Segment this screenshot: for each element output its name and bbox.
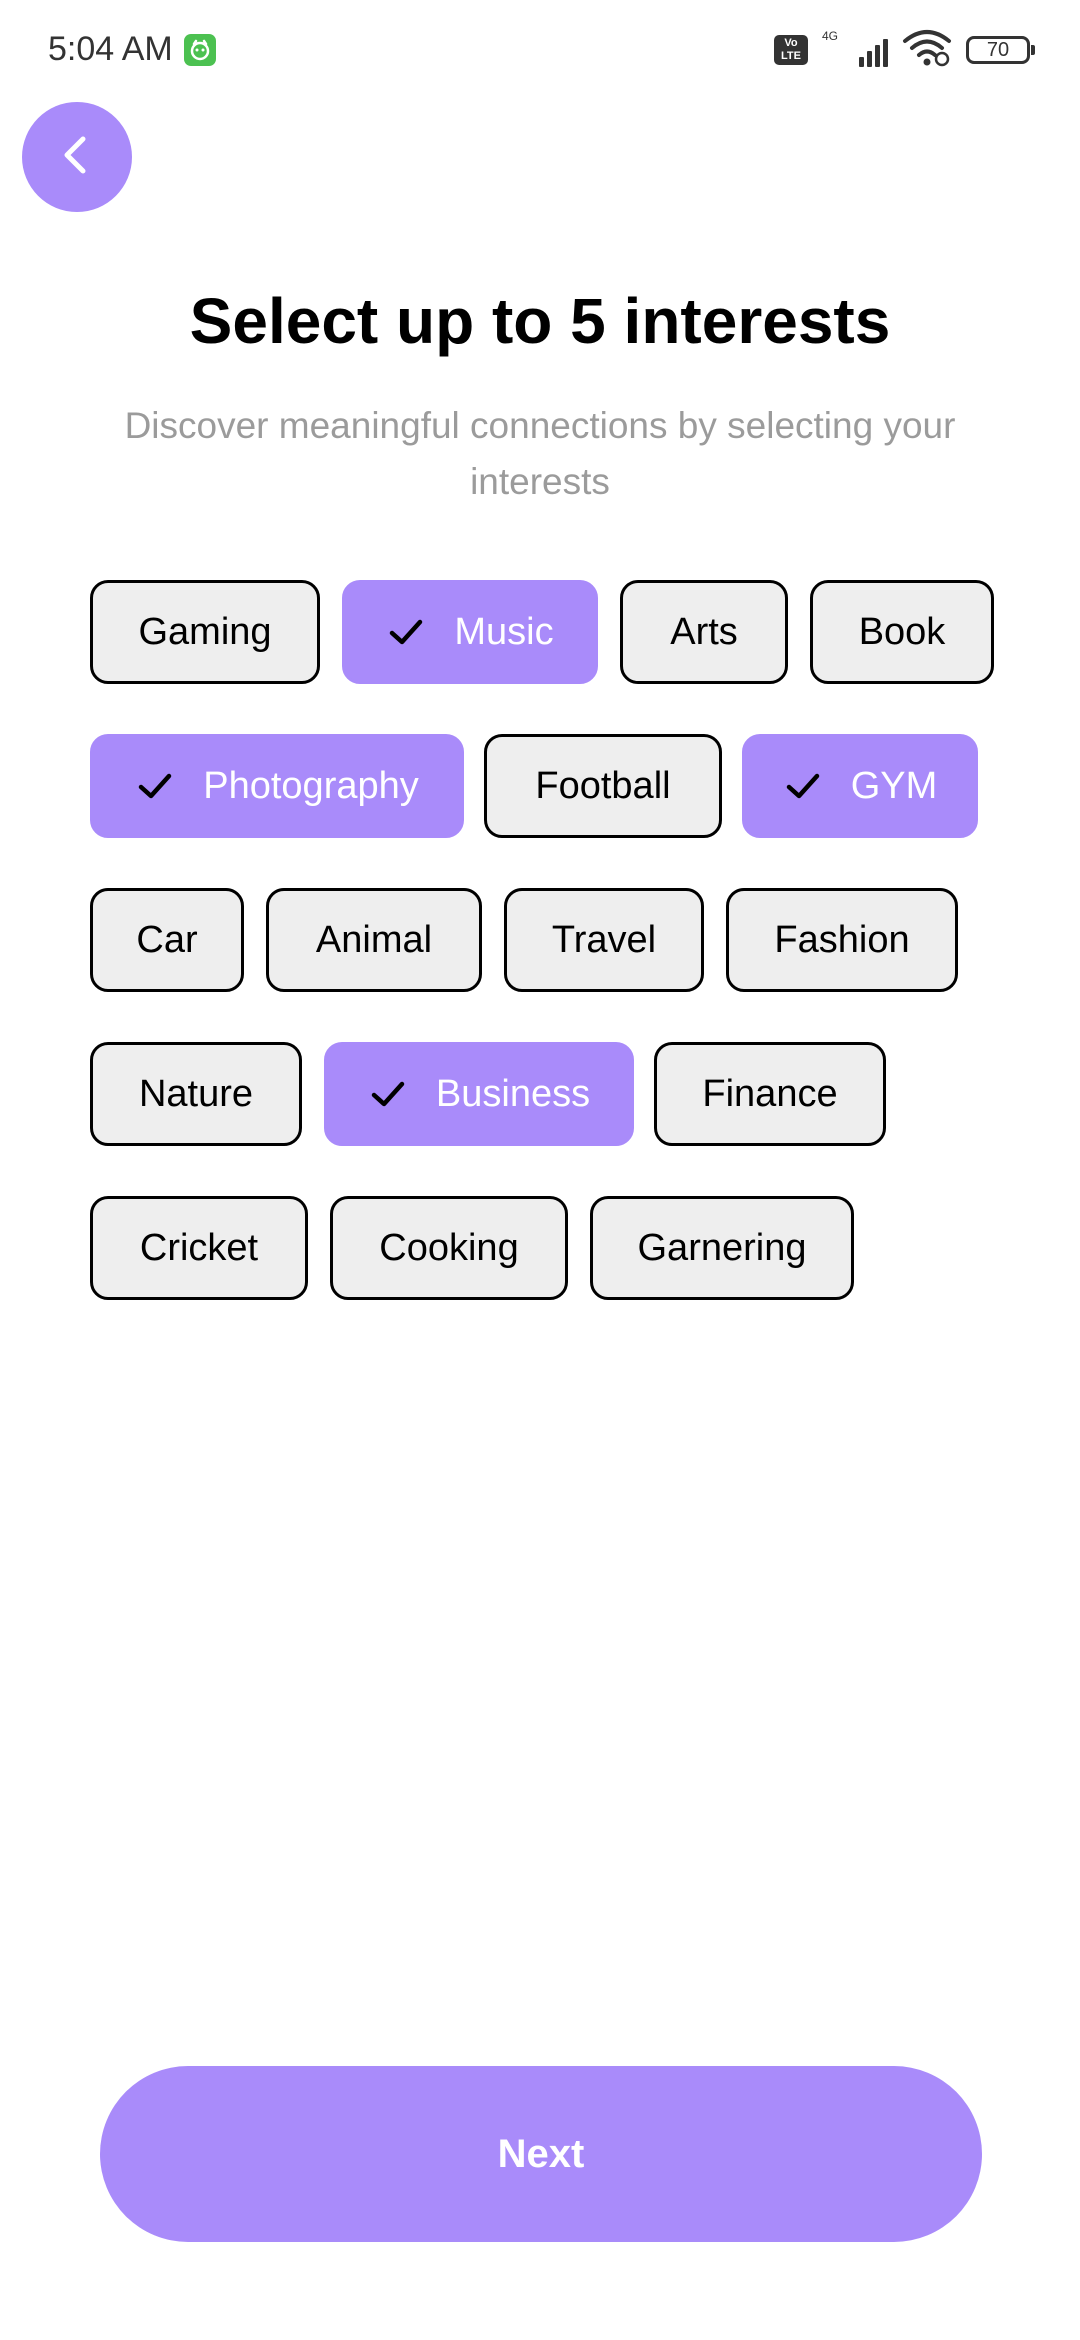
chip-label: Finance [702,1072,838,1115]
interest-chip-animal[interactable]: Animal [266,888,482,992]
interest-chip-fashion[interactable]: Fashion [726,888,958,992]
check-icon [783,766,823,806]
interest-chip-cricket[interactable]: Cricket [90,1196,308,1300]
interest-chip-cooking[interactable]: Cooking [330,1196,568,1300]
interest-chip-music[interactable]: Music [342,580,598,684]
battery-level: 70 [986,39,1010,61]
interest-chip-finance[interactable]: Finance [654,1042,886,1146]
chip-label: Book [858,610,946,653]
chip-label: Arts [670,610,738,653]
interest-chip-gym[interactable]: GYM [742,734,978,838]
chip-label: Garnering [637,1226,807,1269]
chip-label: Nature [138,1072,254,1115]
chip-label: Car [136,918,198,961]
chip-label: Gaming [138,610,272,653]
check-icon [368,1074,408,1114]
volte-icon: Vo LTE [774,35,808,65]
chip-label: Cooking [379,1226,519,1269]
interest-chip-car[interactable]: Car [90,888,244,992]
status-bar: 5:04 AM Vo LTE 4G 70 [0,0,1080,100]
chip-label: Music [454,610,554,653]
interest-chip-gaming[interactable]: Gaming [90,580,320,684]
chip-label: Business [435,1072,591,1115]
back-button[interactable] [22,102,132,212]
interest-chip-business[interactable]: Business [324,1042,634,1146]
interest-chip-nature[interactable]: Nature [90,1042,302,1146]
chip-label: Animal [315,918,433,961]
chip-label: Fashion [774,918,910,961]
interest-chip-garnering[interactable]: Garnering [590,1196,854,1300]
check-icon [386,612,426,652]
interest-chip-travel[interactable]: Travel [504,888,704,992]
network-type-label: 4G [822,29,839,43]
check-icon [135,766,175,806]
status-time: 5:04 AM [48,30,173,68]
chip-label: GYM [850,764,938,807]
next-button[interactable]: Next [100,2066,982,2242]
chip-label: Cricket [139,1226,259,1269]
page-title: Select up to 5 interests [189,285,891,357]
wifi-icon [902,29,952,72]
interest-chip-arts[interactable]: Arts [620,580,788,684]
interest-chip-football[interactable]: Football [484,734,722,838]
chip-label: Football [535,764,671,807]
chip-label: Photography [203,764,419,807]
app-notification-icon [184,34,216,66]
signal-icon: 4G [822,29,888,67]
chevron-left-icon [55,133,99,182]
interest-chip-book[interactable]: Book [810,580,994,684]
interest-chip-photography[interactable]: Photography [90,734,464,838]
next-button-label: Next [497,2131,585,2176]
status-icons: Vo LTE 4G 70 [774,29,1035,72]
chip-label: Travel [551,918,657,961]
page-subtitle: Discover meaningful connections by selec… [124,405,956,502]
battery-icon: 70 [966,36,1035,64]
